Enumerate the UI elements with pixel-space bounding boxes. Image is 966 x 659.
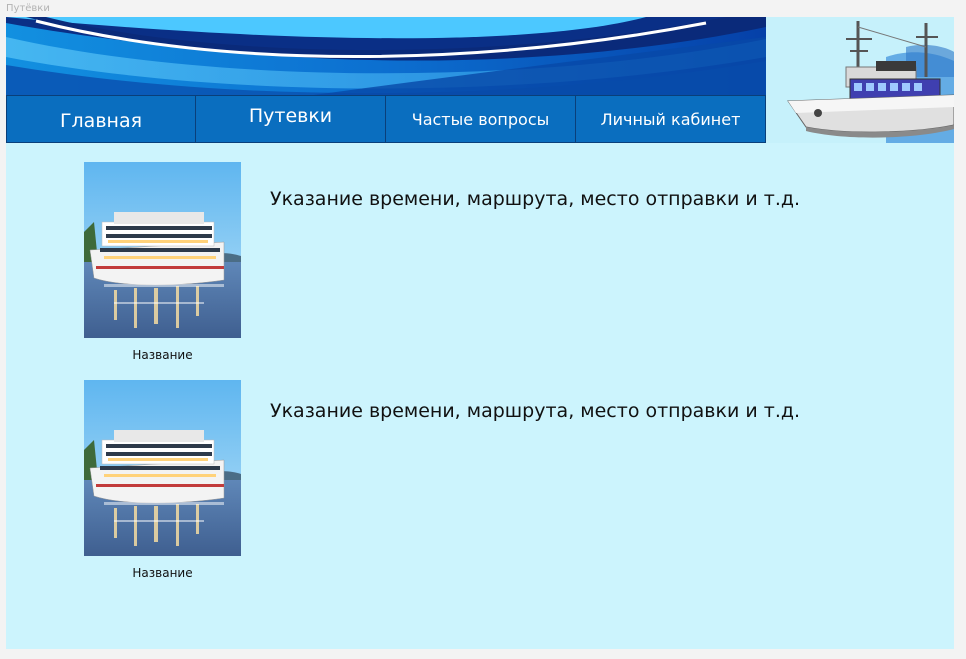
ship-illustration: [766, 17, 954, 143]
main-nav: Главная Путевки Частые вопросы Личный ка…: [6, 95, 766, 143]
frame-label: Путёвки: [6, 3, 50, 14]
page-frame: Главная Путевки Частые вопросы Личный ка…: [6, 17, 954, 649]
nav-item-label: Личный кабинет: [600, 109, 741, 129]
nav-item-home[interactable]: Главная: [6, 95, 196, 143]
nav-item-label: Путевки: [248, 105, 333, 127]
tour-description: Указание времени, маршрута, место отправ…: [270, 188, 801, 210]
tour-caption: Название: [132, 566, 193, 580]
tour-caption: Название: [132, 348, 193, 362]
tour-photo[interactable]: [84, 380, 241, 556]
tour-photo[interactable]: [84, 162, 241, 338]
nav-item-tours[interactable]: Путевки: [196, 95, 386, 143]
nav-item-label: Главная: [59, 110, 143, 132]
header-banner: [6, 17, 766, 96]
tour-description: Указание времени, маршрута, место отправ…: [270, 400, 801, 422]
nav-item-faq[interactable]: Частые вопросы: [386, 95, 576, 143]
tour-card: Название: [84, 380, 241, 580]
tour-card: Название: [84, 162, 241, 362]
nav-item-label: Частые вопросы: [411, 109, 550, 129]
nav-item-account[interactable]: Личный кабинет: [576, 95, 766, 143]
